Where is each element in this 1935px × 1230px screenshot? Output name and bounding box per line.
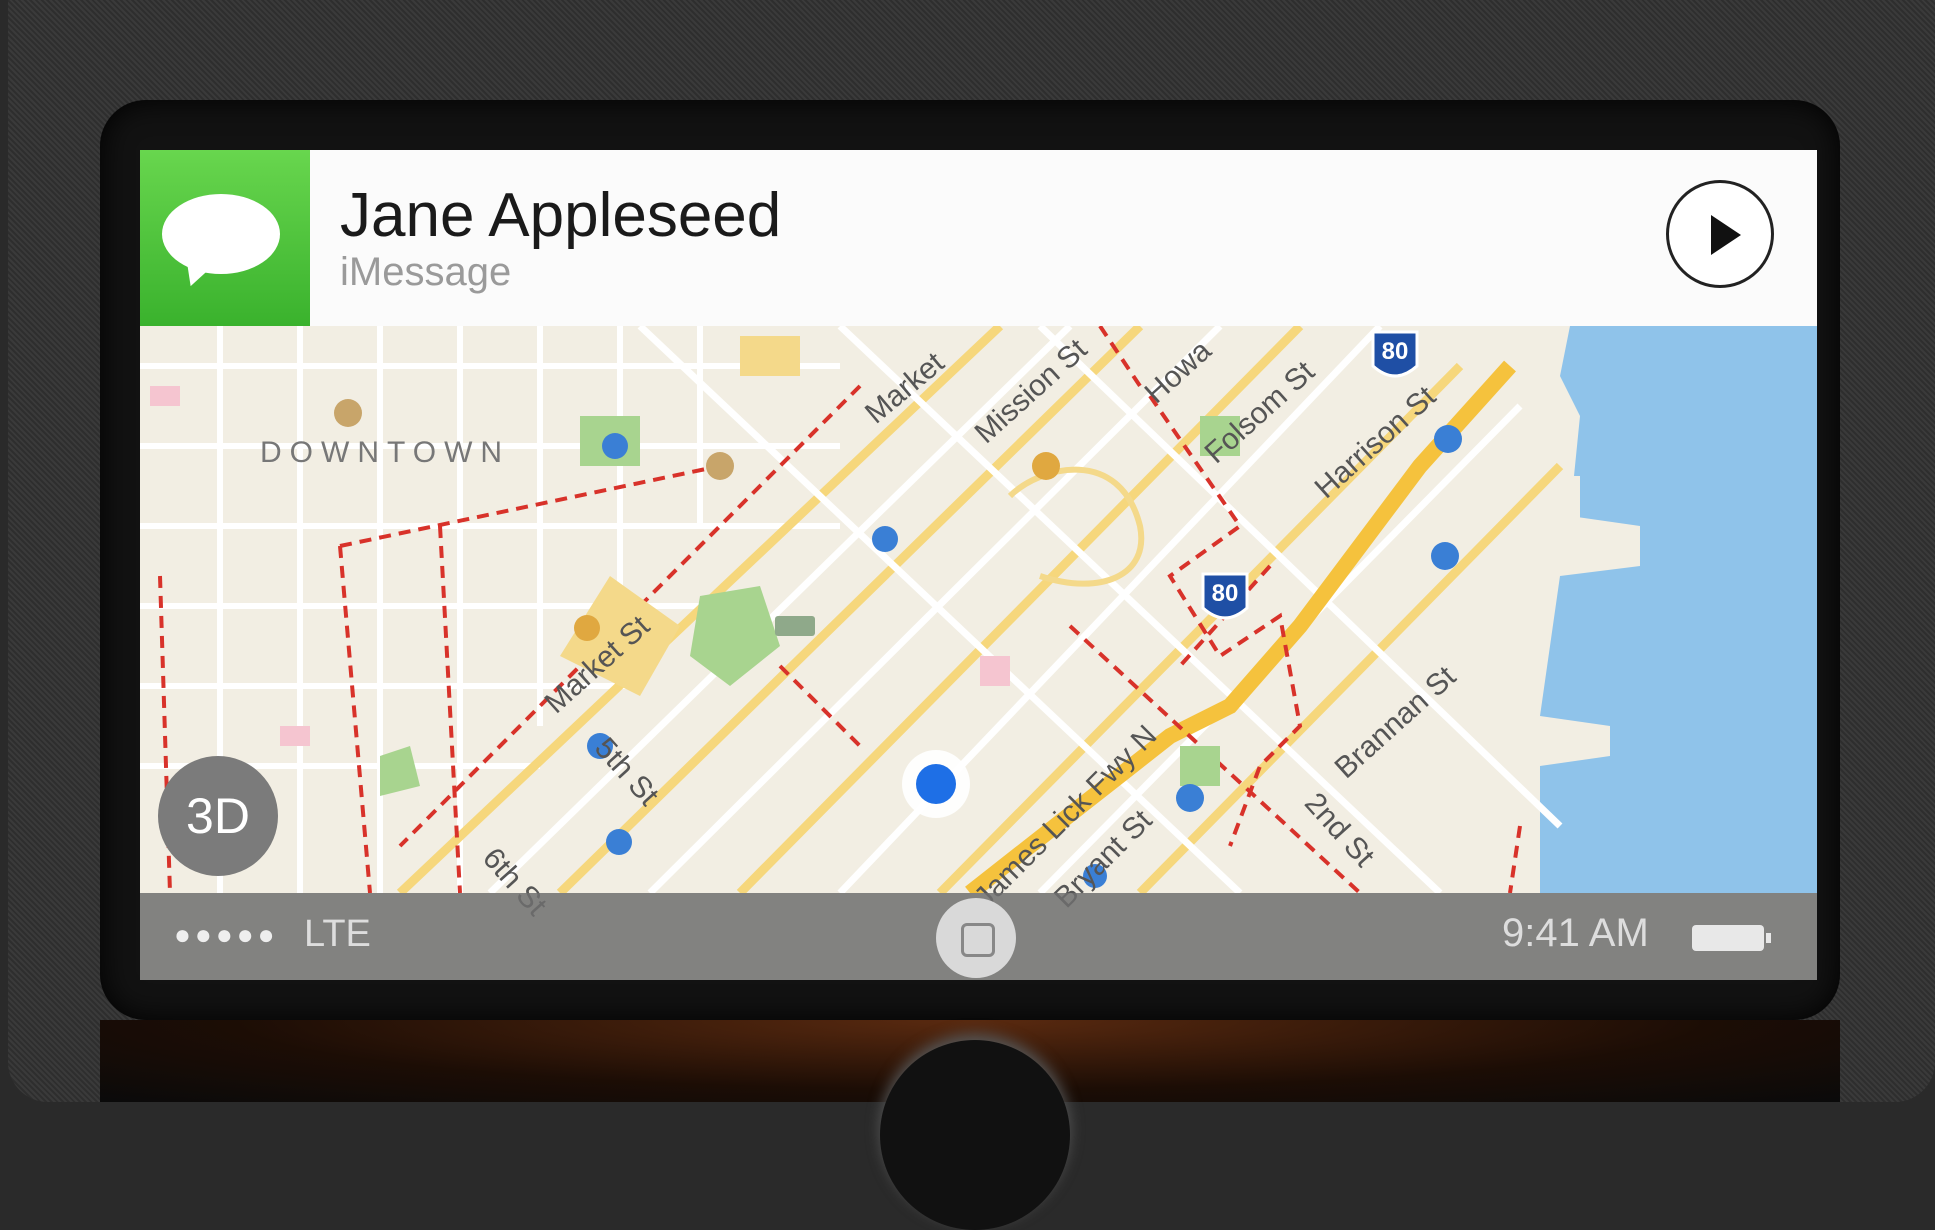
battery-tip [1766,933,1771,943]
control-knob[interactable] [880,1040,1070,1230]
message-service: iMessage [340,250,512,294]
carplay-screen: Jane Appleseed iMessage 80 80 DOWNTOWN M… [140,150,1817,980]
shield-80-top: 80 [1382,338,1409,365]
district-label-downtown: DOWNTOWN [260,436,511,469]
carrier-label: LTE [304,913,371,955]
sender-name: Jane Appleseed [340,181,782,250]
status-bar: ●●●●● LTE 9:41 AM [140,893,1817,980]
map-view[interactable]: 80 80 DOWNTOWN Market Mission St Howa Fo… [140,322,1817,922]
messages-icon [140,150,310,326]
3d-button[interactable]: 3D [158,756,278,876]
shield-80-mid: 80 [1212,580,1239,607]
home-button[interactable] [936,898,1016,978]
battery-icon [1692,925,1764,951]
home-icon [961,923,995,957]
current-location-dot [916,764,956,804]
map-canvas[interactable]: 80 80 [140,322,1817,900]
play-icon [1711,215,1741,255]
play-button[interactable] [1666,180,1774,288]
notification-banner[interactable]: Jane Appleseed iMessage [140,150,1817,326]
status-time: 9:41 AM [1502,911,1649,955]
signal-strength-icon: ●●●●● [174,919,279,950]
speech-bubble-icon [162,194,280,274]
